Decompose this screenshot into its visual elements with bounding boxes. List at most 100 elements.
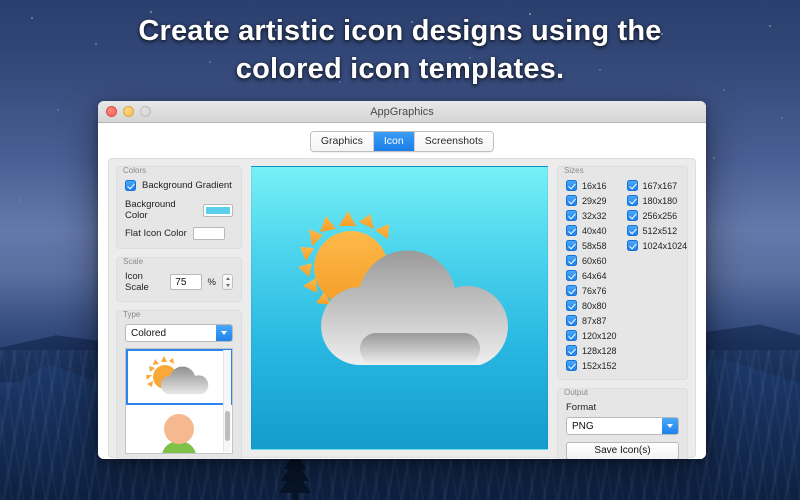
left-sidebar: Colors Background Gradient Background Co…: [116, 166, 242, 459]
background-gradient-checkbox[interactable]: [125, 180, 136, 191]
tab-graphics[interactable]: Graphics: [310, 132, 374, 151]
size-item-40x40[interactable]: 40x40: [566, 225, 617, 236]
size-checkbox-76x76[interactable]: [566, 285, 577, 296]
format-select-value: PNG: [572, 420, 594, 432]
output-group-title: Output: [564, 388, 589, 397]
size-checkbox-128x128[interactable]: [566, 345, 577, 356]
window-title: AppGraphics: [370, 105, 434, 118]
size-checkbox-512x512[interactable]: [626, 225, 638, 236]
background-gradient-label: Background Gradient: [142, 180, 232, 191]
size-item-87x87[interactable]: 87x87: [566, 315, 617, 326]
type-template-list[interactable]: [125, 348, 233, 454]
size-item-80x80[interactable]: 80x80: [566, 300, 617, 311]
chevron-down-icon[interactable]: [662, 418, 678, 434]
segmented-control: Graphics Icon Screenshots: [309, 131, 495, 152]
size-item-29x29[interactable]: 29x29: [566, 195, 617, 206]
background-gradient-row[interactable]: Background Gradient: [125, 180, 233, 191]
preview-column: [251, 166, 548, 450]
size-label-120x120: 120x120: [582, 330, 617, 341]
size-item-60x60[interactable]: 60x60: [566, 255, 617, 266]
desktop-wallpaper: Create artistic icon designs using the c…: [0, 0, 800, 500]
scale-group: Scale Icon Scale 75 %: [116, 257, 242, 302]
sizes-group: Sizes 16x16 29x29 32x32 40x40 58x58 60x60 64x6…: [557, 166, 688, 380]
tab-icon[interactable]: Icon: [373, 132, 415, 151]
size-checkbox-60x60[interactable]: [566, 255, 577, 266]
size-checkbox-58x58[interactable]: [566, 240, 577, 251]
size-checkbox-120x120[interactable]: [566, 330, 577, 341]
size-label-32x32: 32x32: [582, 210, 607, 221]
type-select-value: Colored: [131, 327, 167, 339]
scale-group-title: Scale: [123, 257, 144, 266]
window-titlebar[interactable]: AppGraphics: [98, 101, 706, 123]
size-checkbox-1024x1024[interactable]: [626, 240, 638, 251]
icon-scale-input[interactable]: 75: [170, 274, 202, 290]
flat-icon-color-label: Flat Icon Color: [125, 228, 187, 239]
type-select[interactable]: Colored: [125, 324, 233, 342]
size-label-60x60: 60x60: [582, 255, 607, 266]
size-item-128x128[interactable]: 128x128: [566, 345, 617, 356]
size-checkbox-64x64[interactable]: [566, 270, 577, 281]
size-item-167x167[interactable]: 167x167: [626, 180, 688, 191]
sizes-column-2: 167x167 180x180 256x256 512x512 1024x1024: [626, 180, 688, 371]
size-item-64x64[interactable]: 64x64: [566, 270, 617, 281]
size-item-180x180[interactable]: 180x180: [626, 195, 688, 206]
sizes-group-title: Sizes: [564, 166, 584, 175]
size-item-1024x1024[interactable]: 1024x1024: [626, 240, 688, 251]
flat-icon-color-swatch[interactable]: [192, 227, 225, 240]
size-item-58x58[interactable]: 58x58: [566, 240, 617, 251]
window-content: Graphics Icon Screenshots Colors Backgro…: [98, 123, 706, 459]
size-checkbox-16x16[interactable]: [566, 180, 577, 191]
size-checkbox-32x32[interactable]: [566, 210, 577, 221]
size-item-32x32[interactable]: 32x32: [566, 210, 617, 221]
background-color-label: Background Color: [125, 199, 176, 221]
tab-screenshots[interactable]: Screenshots: [414, 132, 494, 151]
colors-group: Colors Background Gradient Background Co…: [116, 166, 242, 249]
type-group: Type Colored: [116, 310, 242, 459]
icon-preview[interactable]: [251, 166, 548, 450]
flat-icon-color-row: Flat Icon Color: [125, 227, 233, 240]
size-checkbox-180x180[interactable]: [626, 195, 638, 206]
size-item-152x152[interactable]: 152x152: [566, 360, 617, 371]
size-label-87x87: 87x87: [582, 315, 607, 326]
format-select[interactable]: PNG: [566, 417, 679, 435]
person-avatar-icon: [162, 413, 196, 453]
size-label-512x512: 512x512: [642, 225, 678, 236]
size-checkbox-29x29[interactable]: [566, 195, 577, 206]
size-label-80x80: 80x80: [582, 300, 607, 311]
icon-scale-stepper[interactable]: [222, 274, 233, 290]
icon-scale-unit: %: [207, 276, 216, 288]
save-icons-button[interactable]: Save Icon(s): [566, 442, 679, 459]
sizes-column-1: 16x16 29x29 32x32 40x40 58x58 60x60 64x64 76x76…: [566, 180, 617, 371]
size-checkbox-80x80[interactable]: [566, 300, 577, 311]
size-item-120x120[interactable]: 120x120: [566, 330, 617, 341]
type-list-scrollbar-thumb[interactable]: [225, 411, 230, 441]
icon-scale-label: Icon Scale: [125, 271, 149, 293]
size-label-58x58: 58x58: [582, 240, 607, 251]
size-checkbox-167x167[interactable]: [626, 180, 638, 191]
chevron-down-icon[interactable]: [216, 325, 232, 341]
template-thumb-weather[interactable]: [126, 349, 232, 405]
size-checkbox-152x152[interactable]: [566, 360, 577, 371]
sizes-grid: 16x16 29x29 32x32 40x40 58x58 60x60 64x64 76x76…: [566, 180, 687, 371]
size-label-16x16: 16x16: [582, 180, 607, 191]
colors-group-title: Colors: [123, 166, 147, 175]
size-item-16x16[interactable]: 16x16: [566, 180, 617, 191]
promo-headline: Create artistic icon designs using the c…: [0, 12, 800, 88]
size-checkbox-40x40[interactable]: [566, 225, 577, 236]
size-label-180x180: 180x180: [642, 195, 678, 206]
background-color-swatch[interactable]: [202, 203, 233, 217]
size-label-1024x1024: 1024x1024: [642, 240, 688, 251]
size-label-128x128: 128x128: [582, 345, 617, 356]
template-thumb-person[interactable]: [126, 405, 232, 453]
size-item-256x256[interactable]: 256x256: [626, 210, 688, 221]
size-item-76x76[interactable]: 76x76: [566, 285, 617, 296]
sun-behind-cloud-icon: [146, 355, 209, 394]
icon-scale-row: Icon Scale 75 %: [125, 271, 233, 293]
format-label: Format: [566, 402, 597, 413]
size-checkbox-87x87[interactable]: [566, 315, 577, 326]
size-item-512x512[interactable]: 512x512: [626, 225, 688, 236]
size-label-64x64: 64x64: [582, 270, 607, 281]
size-checkbox-256x256[interactable]: [626, 210, 638, 221]
right-sidebar: Sizes 16x16 29x29 32x32 40x40 58x58 60x60 64x6…: [557, 166, 688, 459]
main-panel: Colors Background Gradient Background Co…: [108, 158, 696, 459]
